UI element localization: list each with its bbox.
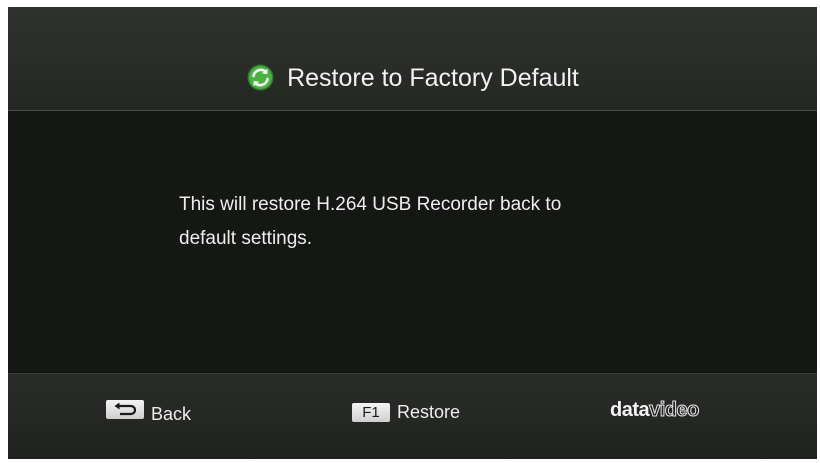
dialog-header: Restore to Factory Default <box>8 7 817 111</box>
f1-key-badge: F1 <box>352 403 390 422</box>
restore-label: Restore <box>397 402 461 422</box>
dialog-title: Restore to Factory Default <box>8 63 817 93</box>
back-label: Back <box>151 404 192 424</box>
message-line-2: default settings. <box>179 228 313 249</box>
dialog-body: This will restore H.264 USB Recorder bac… <box>8 111 817 373</box>
datavideo-logo: datavideo <box>610 398 700 422</box>
dialog-title-text: Restore to Factory Default <box>287 64 579 92</box>
dialog-footer: Back F1 Restore datavideo <box>8 373 817 459</box>
dialog-message: This will restore H.264 USB Recorder bac… <box>179 188 699 256</box>
return-arrow-icon <box>106 400 144 419</box>
refresh-icon <box>246 63 275 92</box>
dialog-screen: Restore to Factory Default This will res… <box>8 7 817 459</box>
message-line-1: This will restore H.264 USB Recorder bac… <box>179 194 562 215</box>
restore-button[interactable]: F1 Restore <box>352 400 460 424</box>
logo-part-data: data <box>610 399 650 421</box>
logo-part-video: video <box>649 399 700 422</box>
back-button[interactable]: Back <box>106 400 191 424</box>
